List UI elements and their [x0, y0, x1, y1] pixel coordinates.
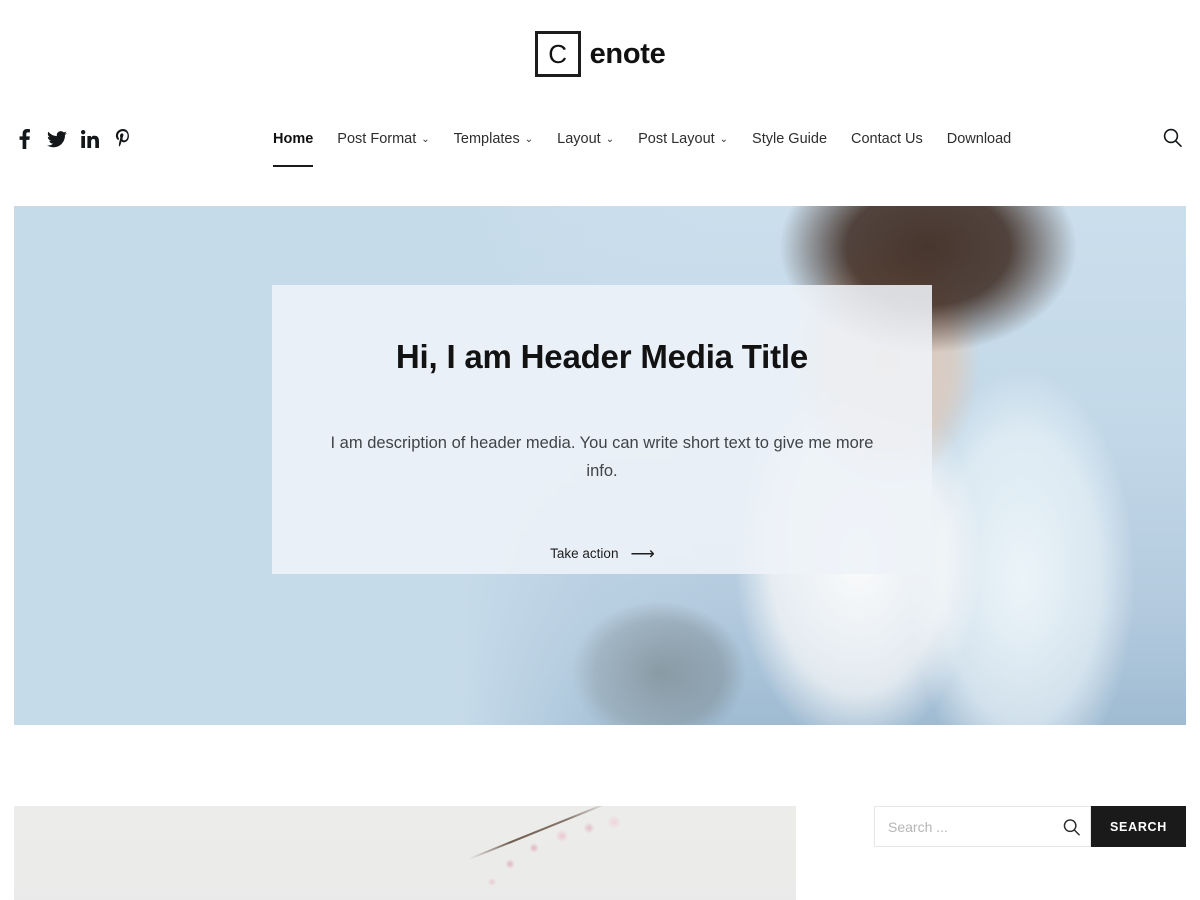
nav-item-contact-us[interactable]: Contact Us — [839, 119, 935, 159]
take-action-label: Take action — [550, 546, 619, 562]
sidebar-search-form: SEARCH — [874, 806, 1186, 847]
take-action-button[interactable]: Take action ⟶ — [550, 544, 655, 564]
site-title: enote — [589, 37, 666, 70]
sidebar: SEARCH — [874, 806, 1186, 847]
nav-item-post-layout[interactable]: Post Layout ⌄ — [626, 119, 740, 159]
site-branding: C enote — [0, 0, 1200, 108]
social-links — [14, 128, 133, 150]
twitter-icon[interactable] — [47, 128, 67, 150]
chevron-down-icon: ⌄ — [421, 134, 430, 145]
chevron-down-icon: ⌄ — [524, 134, 534, 145]
facebook-icon[interactable] — [14, 128, 34, 150]
search-submit-button[interactable]: SEARCH — [1091, 806, 1186, 847]
nav-item-layout[interactable]: Layout ⌄ — [545, 119, 626, 159]
search-toggle-button[interactable] — [1159, 124, 1186, 154]
primary-menu: Home Post Format ⌄ Templates ⌄ Layout ⌄ … — [261, 119, 1024, 167]
arrow-right-icon: ⟶ — [630, 544, 654, 564]
search-field-wrapper — [874, 806, 1092, 847]
primary-content-column — [14, 806, 796, 900]
nav-item-style-guide[interactable]: Style Guide — [740, 119, 839, 159]
site-logo[interactable]: C enote — [534, 31, 666, 77]
header-media-description: I am description of header media. You ca… — [330, 433, 874, 480]
search-icon — [1163, 128, 1182, 150]
nav-item-label: Templates — [453, 131, 520, 147]
search-icon[interactable] — [1063, 818, 1080, 835]
nav-item-home[interactable]: Home — [261, 119, 325, 167]
nav-item-label: Post Format — [337, 131, 417, 147]
main-navigation-bar: Home Post Format ⌄ Templates ⌄ Layout ⌄ … — [0, 108, 1200, 206]
nav-item-label: Post Layout — [638, 131, 715, 147]
cherry-blossom-branch-icon — [468, 806, 609, 860]
nav-item-post-format[interactable]: Post Format ⌄ — [325, 119, 441, 159]
nav-item-download[interactable]: Download — [935, 119, 1024, 159]
nav-item-label: Download — [946, 131, 1012, 147]
nav-item-label: Style Guide — [752, 131, 828, 147]
header-media-overlay: Hi, I am Header Media Title I am descrip… — [272, 285, 932, 574]
linkedin-icon[interactable] — [80, 128, 100, 150]
search-input[interactable] — [874, 806, 1092, 847]
post-thumbnail-image[interactable] — [14, 806, 796, 900]
content-area: SEARCH — [14, 725, 1186, 900]
header-media-title: Hi, I am Header Media Title — [395, 338, 809, 375]
pinterest-icon[interactable] — [113, 128, 133, 150]
nav-item-label: Layout — [557, 131, 601, 147]
nav-item-label: Contact Us — [851, 131, 923, 147]
nav-item-label: Home — [273, 131, 314, 147]
chevron-down-icon: ⌄ — [605, 134, 615, 145]
square-logo-icon: C — [534, 31, 581, 77]
nav-item-templates[interactable]: Templates ⌄ — [442, 119, 545, 159]
header-media: Hi, I am Header Media Title I am descrip… — [14, 206, 1186, 725]
chevron-down-icon: ⌄ — [719, 134, 729, 145]
